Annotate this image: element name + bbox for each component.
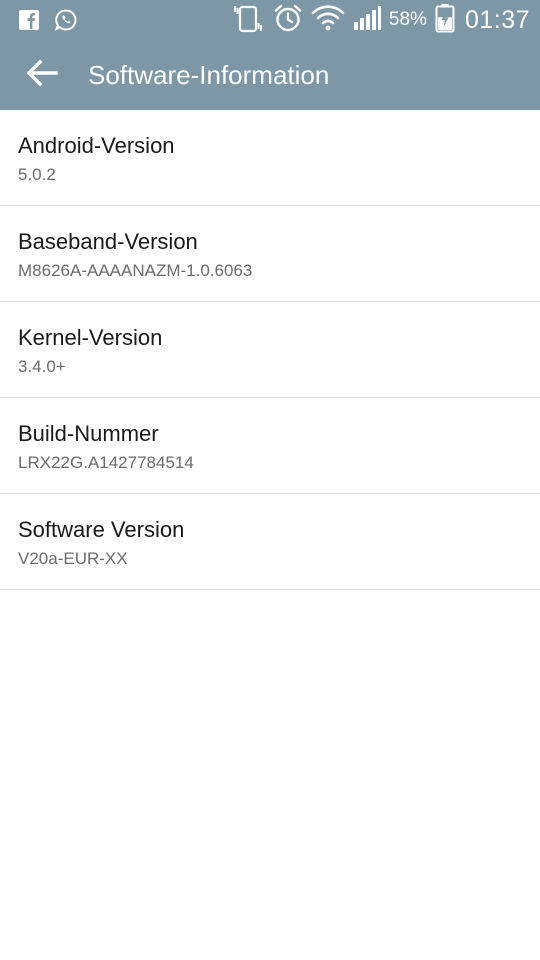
clock: 01:37	[464, 5, 530, 34]
arrow-back-icon	[24, 58, 58, 93]
app-bar: Software-Information	[0, 40, 540, 110]
list-item-software-version[interactable]: Software Version V20a-EUR-XX	[0, 494, 540, 590]
page-title: Software-Information	[88, 60, 330, 90]
item-title: Build-Nummer	[18, 421, 159, 446]
list-item-build-number[interactable]: Build-Nummer LRX22G.A1427784514	[0, 398, 540, 494]
list-item-baseband-version[interactable]: Baseband-Version M8626A-AAAANAZM-1.0.606…	[0, 206, 540, 302]
item-title: Kernel-Version	[18, 325, 163, 350]
status-bar-notifications	[18, 8, 78, 37]
list-item-kernel-version[interactable]: Kernel-Version 3.4.0+	[0, 302, 540, 398]
signal-icon	[353, 5, 381, 36]
alarm-icon	[273, 3, 303, 38]
item-value: 3.4.0+	[18, 357, 66, 376]
item-title: Software Version	[18, 517, 185, 542]
item-value: 5.0.2	[18, 165, 56, 184]
vibrate-icon	[231, 3, 265, 38]
item-title: Baseband-Version	[18, 229, 198, 254]
wifi-icon	[311, 4, 345, 37]
item-value: V20a-EUR-XX	[18, 549, 128, 568]
facebook-icon	[18, 9, 40, 36]
back-button[interactable]	[20, 54, 62, 96]
software-info-list: Android-Version 5.0.2 Baseband-Version M…	[0, 110, 540, 590]
status-bar-system: 58% 01:37	[231, 3, 530, 38]
battery-percent: 58%	[388, 9, 427, 30]
item-value: M8626A-AAAANAZM-1.0.6063	[18, 261, 253, 280]
battery-charging-icon	[435, 3, 455, 38]
status-bar: 58% 01:37	[0, 0, 540, 40]
list-item-android-version[interactable]: Android-Version 5.0.2	[0, 110, 540, 206]
item-value: LRX22G.A1427784514	[18, 453, 194, 472]
whatsapp-icon	[54, 8, 78, 37]
item-title: Android-Version	[18, 133, 175, 158]
